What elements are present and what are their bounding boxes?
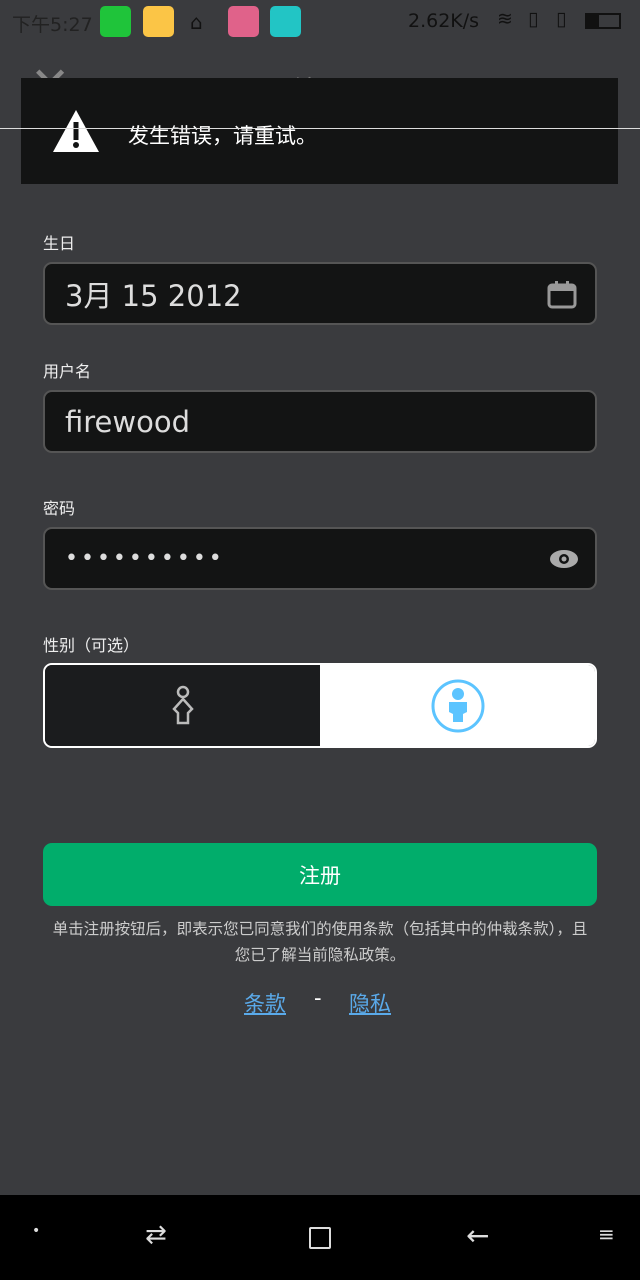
wechat-icon bbox=[100, 6, 131, 37]
gender-label: 性别（可选） bbox=[43, 636, 140, 655]
network-speed: 2.62K/s bbox=[408, 10, 480, 32]
dot-icon[interactable]: • bbox=[32, 1223, 40, 1239]
switch-icon[interactable]: ⇄ bbox=[145, 1220, 167, 1250]
scanner-icon bbox=[270, 6, 301, 37]
gender-female-option[interactable] bbox=[45, 665, 320, 746]
back-icon[interactable]: ← bbox=[466, 1219, 489, 1252]
username-input[interactable]: firewood bbox=[43, 390, 597, 453]
error-toast: 发生错误，请重试。 bbox=[21, 78, 618, 184]
password-input[interactable]: •••••••••• bbox=[43, 527, 597, 590]
status-time: 下午5:27 bbox=[12, 14, 93, 36]
username-value: firewood bbox=[65, 404, 191, 439]
sim2-icon: ▯ bbox=[556, 8, 567, 30]
bilibili-icon bbox=[228, 6, 259, 37]
birthday-field[interactable]: 3月 15 2012 bbox=[43, 262, 597, 325]
calendar-icon[interactable] bbox=[547, 281, 577, 309]
terms-notice: 单击注册按钮后，即表示您已同意我们的使用条款（包括其中的仲裁条款），且您已了解当… bbox=[52, 920, 588, 964]
wifi-icon: ≋ bbox=[497, 8, 513, 30]
battery-icon bbox=[585, 13, 621, 29]
birthday-label: 生日 bbox=[43, 234, 76, 253]
register-button[interactable]: 注册 bbox=[43, 843, 597, 906]
sim-icon: ▯ bbox=[528, 8, 539, 30]
male-icon bbox=[431, 679, 484, 732]
password-label: 密码 bbox=[43, 499, 76, 518]
home-icon[interactable] bbox=[309, 1227, 331, 1249]
menu-icon[interactable]: ≡ bbox=[598, 1222, 615, 1246]
warning-icon bbox=[53, 110, 99, 152]
eye-icon[interactable] bbox=[549, 549, 579, 569]
gender-male-option[interactable] bbox=[320, 665, 595, 746]
files-icon bbox=[143, 6, 174, 37]
username-label: 用户名 bbox=[43, 362, 92, 381]
divider bbox=[0, 128, 640, 129]
gender-selector[interactable] bbox=[43, 663, 597, 748]
female-icon bbox=[171, 685, 194, 724]
status-bar: 下午5:27 ⌂ 2.62K/s ≋ ▯ ▯ bbox=[0, 0, 640, 44]
toast-message: 发生错误，请重试。 bbox=[128, 124, 317, 148]
navigation-bar: • ⇄ ← ≡ bbox=[0, 1195, 640, 1280]
privacy-link[interactable]: 隐私 bbox=[349, 988, 391, 1018]
cleaner-icon: ⌂ bbox=[190, 10, 203, 34]
terms-link[interactable]: 条款 bbox=[244, 988, 286, 1018]
password-value: •••••••••• bbox=[65, 546, 225, 571]
birthday-value: 3月 15 2012 bbox=[65, 278, 242, 313]
link-separator: - bbox=[314, 986, 322, 1010]
